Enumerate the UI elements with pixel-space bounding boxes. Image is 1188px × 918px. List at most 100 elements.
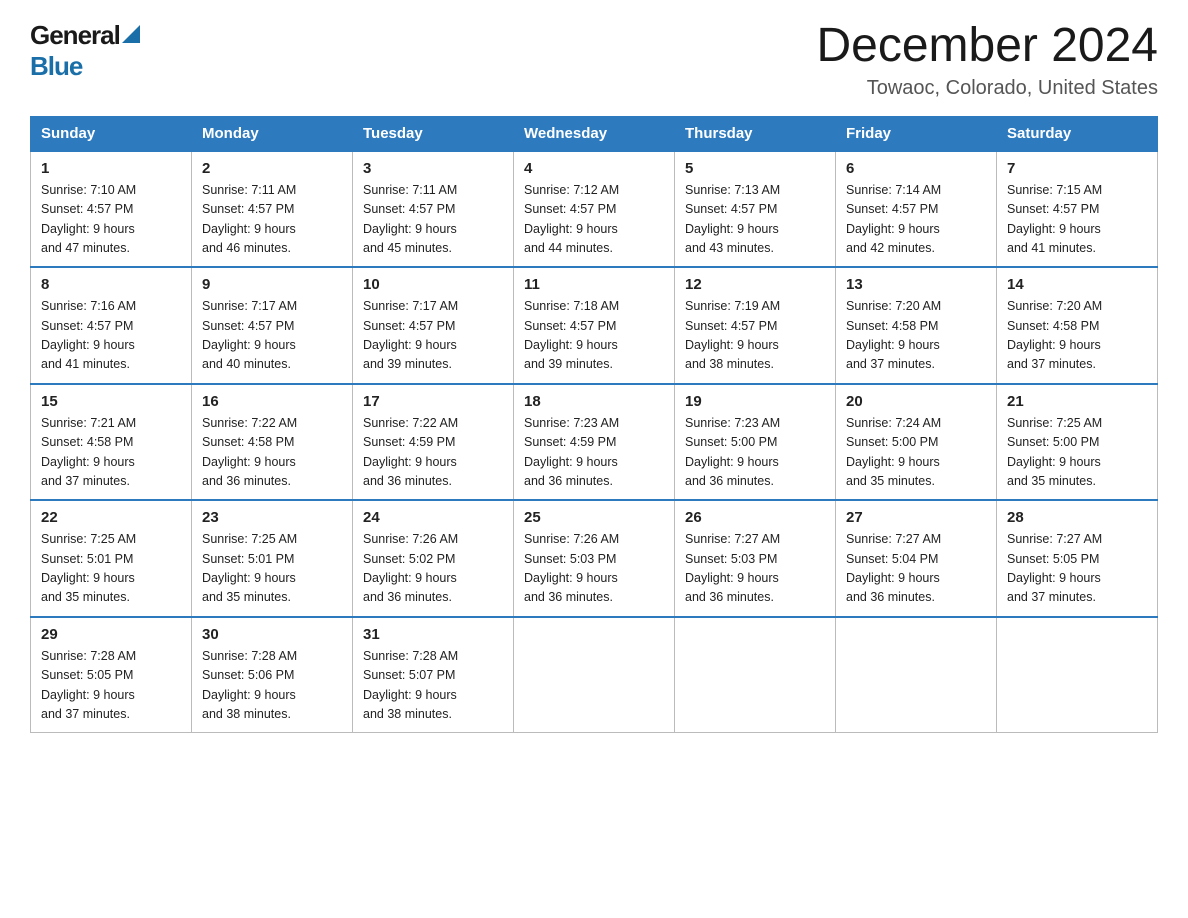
location-text: Towaoc, Colorado, United States bbox=[816, 77, 1158, 100]
day-number: 3 bbox=[363, 160, 503, 177]
day-number: 12 bbox=[685, 276, 825, 293]
day-number: 1 bbox=[41, 160, 181, 177]
calendar-cell: 8 Sunrise: 7:16 AM Sunset: 4:57 PM Dayli… bbox=[31, 267, 192, 384]
day-number: 27 bbox=[846, 509, 986, 526]
weekday-header-thursday: Thursday bbox=[675, 116, 836, 151]
day-info: Sunrise: 7:26 AM Sunset: 5:02 PM Dayligh… bbox=[363, 530, 503, 608]
calendar-week-row: 1 Sunrise: 7:10 AM Sunset: 4:57 PM Dayli… bbox=[31, 151, 1158, 268]
calendar-cell: 10 Sunrise: 7:17 AM Sunset: 4:57 PM Dayl… bbox=[353, 267, 514, 384]
day-info: Sunrise: 7:18 AM Sunset: 4:57 PM Dayligh… bbox=[524, 297, 664, 375]
day-number: 30 bbox=[202, 626, 342, 643]
day-info: Sunrise: 7:24 AM Sunset: 5:00 PM Dayligh… bbox=[846, 414, 986, 492]
calendar-cell: 25 Sunrise: 7:26 AM Sunset: 5:03 PM Dayl… bbox=[514, 500, 675, 617]
day-info: Sunrise: 7:23 AM Sunset: 4:59 PM Dayligh… bbox=[524, 414, 664, 492]
calendar-cell: 6 Sunrise: 7:14 AM Sunset: 4:57 PM Dayli… bbox=[836, 151, 997, 268]
day-info: Sunrise: 7:20 AM Sunset: 4:58 PM Dayligh… bbox=[1007, 297, 1147, 375]
day-number: 7 bbox=[1007, 160, 1147, 177]
day-number: 8 bbox=[41, 276, 181, 293]
calendar-week-row: 8 Sunrise: 7:16 AM Sunset: 4:57 PM Dayli… bbox=[31, 267, 1158, 384]
calendar-cell: 7 Sunrise: 7:15 AM Sunset: 4:57 PM Dayli… bbox=[997, 151, 1158, 268]
day-info: Sunrise: 7:25 AM Sunset: 5:01 PM Dayligh… bbox=[202, 530, 342, 608]
calendar-cell: 30 Sunrise: 7:28 AM Sunset: 5:06 PM Dayl… bbox=[192, 617, 353, 733]
day-number: 18 bbox=[524, 393, 664, 410]
calendar-cell: 31 Sunrise: 7:28 AM Sunset: 5:07 PM Dayl… bbox=[353, 617, 514, 733]
calendar-cell bbox=[675, 617, 836, 733]
calendar-cell: 19 Sunrise: 7:23 AM Sunset: 5:00 PM Dayl… bbox=[675, 384, 836, 501]
calendar-cell: 12 Sunrise: 7:19 AM Sunset: 4:57 PM Dayl… bbox=[675, 267, 836, 384]
title-area: December 2024 Towaoc, Colorado, United S… bbox=[816, 20, 1158, 100]
day-info: Sunrise: 7:17 AM Sunset: 4:57 PM Dayligh… bbox=[363, 297, 503, 375]
calendar-cell: 21 Sunrise: 7:25 AM Sunset: 5:00 PM Dayl… bbox=[997, 384, 1158, 501]
day-info: Sunrise: 7:28 AM Sunset: 5:05 PM Dayligh… bbox=[41, 647, 181, 725]
weekday-header-row: SundayMondayTuesdayWednesdayThursdayFrid… bbox=[31, 116, 1158, 151]
day-info: Sunrise: 7:14 AM Sunset: 4:57 PM Dayligh… bbox=[846, 181, 986, 259]
day-info: Sunrise: 7:27 AM Sunset: 5:03 PM Dayligh… bbox=[685, 530, 825, 608]
calendar-cell: 17 Sunrise: 7:22 AM Sunset: 4:59 PM Dayl… bbox=[353, 384, 514, 501]
day-number: 10 bbox=[363, 276, 503, 293]
day-number: 23 bbox=[202, 509, 342, 526]
calendar-cell: 9 Sunrise: 7:17 AM Sunset: 4:57 PM Dayli… bbox=[192, 267, 353, 384]
calendar-cell: 26 Sunrise: 7:27 AM Sunset: 5:03 PM Dayl… bbox=[675, 500, 836, 617]
day-number: 9 bbox=[202, 276, 342, 293]
day-number: 16 bbox=[202, 393, 342, 410]
day-info: Sunrise: 7:28 AM Sunset: 5:07 PM Dayligh… bbox=[363, 647, 503, 725]
weekday-header-sunday: Sunday bbox=[31, 116, 192, 151]
day-info: Sunrise: 7:15 AM Sunset: 4:57 PM Dayligh… bbox=[1007, 181, 1147, 259]
calendar-cell: 22 Sunrise: 7:25 AM Sunset: 5:01 PM Dayl… bbox=[31, 500, 192, 617]
logo-general-text: General bbox=[30, 20, 120, 51]
day-number: 28 bbox=[1007, 509, 1147, 526]
day-info: Sunrise: 7:12 AM Sunset: 4:57 PM Dayligh… bbox=[524, 181, 664, 259]
day-number: 17 bbox=[363, 393, 503, 410]
calendar-table: SundayMondayTuesdayWednesdayThursdayFrid… bbox=[30, 116, 1158, 734]
day-info: Sunrise: 7:16 AM Sunset: 4:57 PM Dayligh… bbox=[41, 297, 181, 375]
day-info: Sunrise: 7:22 AM Sunset: 4:59 PM Dayligh… bbox=[363, 414, 503, 492]
calendar-cell: 18 Sunrise: 7:23 AM Sunset: 4:59 PM Dayl… bbox=[514, 384, 675, 501]
logo: General Blue bbox=[30, 20, 140, 82]
day-info: Sunrise: 7:27 AM Sunset: 5:05 PM Dayligh… bbox=[1007, 530, 1147, 608]
calendar-cell: 4 Sunrise: 7:12 AM Sunset: 4:57 PM Dayli… bbox=[514, 151, 675, 268]
day-info: Sunrise: 7:17 AM Sunset: 4:57 PM Dayligh… bbox=[202, 297, 342, 375]
day-number: 20 bbox=[846, 393, 986, 410]
day-number: 15 bbox=[41, 393, 181, 410]
calendar-cell: 24 Sunrise: 7:26 AM Sunset: 5:02 PM Dayl… bbox=[353, 500, 514, 617]
calendar-cell: 2 Sunrise: 7:11 AM Sunset: 4:57 PM Dayli… bbox=[192, 151, 353, 268]
day-info: Sunrise: 7:27 AM Sunset: 5:04 PM Dayligh… bbox=[846, 530, 986, 608]
calendar-cell bbox=[836, 617, 997, 733]
day-number: 11 bbox=[524, 276, 664, 293]
calendar-cell: 27 Sunrise: 7:27 AM Sunset: 5:04 PM Dayl… bbox=[836, 500, 997, 617]
day-number: 26 bbox=[685, 509, 825, 526]
day-number: 14 bbox=[1007, 276, 1147, 293]
calendar-cell bbox=[997, 617, 1158, 733]
day-info: Sunrise: 7:19 AM Sunset: 4:57 PM Dayligh… bbox=[685, 297, 825, 375]
day-number: 25 bbox=[524, 509, 664, 526]
weekday-header-wednesday: Wednesday bbox=[514, 116, 675, 151]
calendar-cell: 13 Sunrise: 7:20 AM Sunset: 4:58 PM Dayl… bbox=[836, 267, 997, 384]
day-info: Sunrise: 7:23 AM Sunset: 5:00 PM Dayligh… bbox=[685, 414, 825, 492]
day-number: 6 bbox=[846, 160, 986, 177]
calendar-cell: 20 Sunrise: 7:24 AM Sunset: 5:00 PM Dayl… bbox=[836, 384, 997, 501]
day-number: 2 bbox=[202, 160, 342, 177]
calendar-week-row: 22 Sunrise: 7:25 AM Sunset: 5:01 PM Dayl… bbox=[31, 500, 1158, 617]
calendar-cell: 1 Sunrise: 7:10 AM Sunset: 4:57 PM Dayli… bbox=[31, 151, 192, 268]
month-title: December 2024 bbox=[816, 20, 1158, 73]
day-number: 19 bbox=[685, 393, 825, 410]
calendar-cell: 28 Sunrise: 7:27 AM Sunset: 5:05 PM Dayl… bbox=[997, 500, 1158, 617]
calendar-cell: 5 Sunrise: 7:13 AM Sunset: 4:57 PM Dayli… bbox=[675, 151, 836, 268]
day-number: 4 bbox=[524, 160, 664, 177]
calendar-cell: 3 Sunrise: 7:11 AM Sunset: 4:57 PM Dayli… bbox=[353, 151, 514, 268]
day-number: 22 bbox=[41, 509, 181, 526]
day-number: 31 bbox=[363, 626, 503, 643]
calendar-cell: 16 Sunrise: 7:22 AM Sunset: 4:58 PM Dayl… bbox=[192, 384, 353, 501]
day-info: Sunrise: 7:20 AM Sunset: 4:58 PM Dayligh… bbox=[846, 297, 986, 375]
logo-blue-text: Blue bbox=[30, 51, 82, 81]
calendar-cell: 29 Sunrise: 7:28 AM Sunset: 5:05 PM Dayl… bbox=[31, 617, 192, 733]
calendar-cell: 15 Sunrise: 7:21 AM Sunset: 4:58 PM Dayl… bbox=[31, 384, 192, 501]
weekday-header-monday: Monday bbox=[192, 116, 353, 151]
day-info: Sunrise: 7:26 AM Sunset: 5:03 PM Dayligh… bbox=[524, 530, 664, 608]
day-number: 5 bbox=[685, 160, 825, 177]
calendar-cell: 23 Sunrise: 7:25 AM Sunset: 5:01 PM Dayl… bbox=[192, 500, 353, 617]
day-info: Sunrise: 7:22 AM Sunset: 4:58 PM Dayligh… bbox=[202, 414, 342, 492]
calendar-week-row: 29 Sunrise: 7:28 AM Sunset: 5:05 PM Dayl… bbox=[31, 617, 1158, 733]
page-header: General Blue December 2024 Towaoc, Color… bbox=[30, 20, 1158, 100]
day-info: Sunrise: 7:21 AM Sunset: 4:58 PM Dayligh… bbox=[41, 414, 181, 492]
